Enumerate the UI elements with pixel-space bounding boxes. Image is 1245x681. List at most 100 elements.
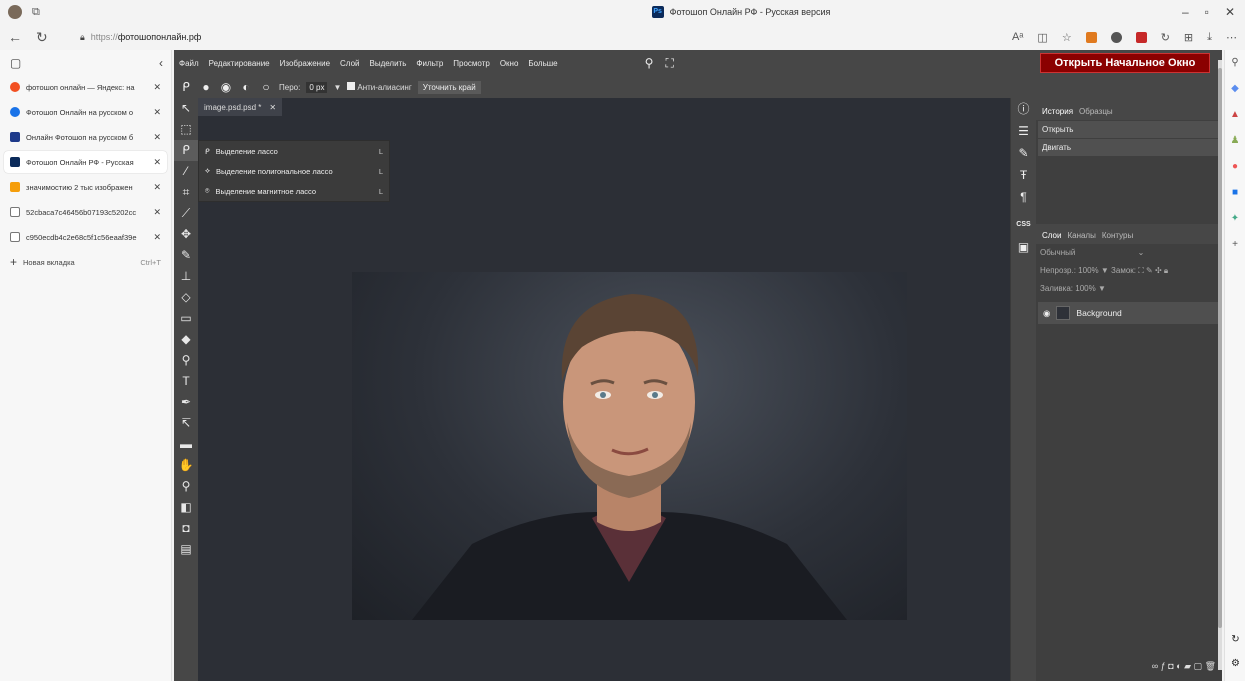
menu-window[interactable]: Окно (495, 59, 524, 68)
hand-tool-icon[interactable]: ✋ (174, 455, 198, 476)
fullscreen-icon[interactable]: ⛶ (665, 56, 673, 71)
browser-tab[interactable]: 52cbaca7c46456b07193c5202cc ✕ (4, 201, 167, 223)
menu-image[interactable]: Изображение (275, 59, 335, 68)
move-tool-icon[interactable]: ↖ (174, 98, 198, 119)
new-layer-icon[interactable]: ▢ (1194, 661, 1203, 671)
brush-settings-icon[interactable]: ✎ (1011, 142, 1036, 164)
refresh-icon[interactable]: ↻ (36, 29, 48, 46)
marquee-tool-icon[interactable]: ⬚ (174, 119, 198, 140)
search-icon[interactable]: ⚲ (645, 56, 654, 71)
menu-filter[interactable]: Фильтр (411, 59, 448, 68)
new-tab-button[interactable]: + Новая вкладка Ctrl+T (4, 251, 167, 273)
extension-fox-icon[interactable] (1085, 31, 1097, 43)
browser-tab[interactable]: фотошоп онлайн — Яндекс: на ✕ (4, 76, 167, 98)
magic-wand-tool-icon[interactable]: ⁄ (174, 161, 198, 182)
link-layers-icon[interactable]: ∞ (1152, 661, 1158, 671)
brush-tool-icon[interactable]: ✎ (174, 245, 198, 266)
tab-channels[interactable]: Каналы (1067, 231, 1095, 240)
close-tab-icon[interactable]: ✕ (153, 232, 161, 243)
shopping-icon[interactable]: ▲ (1225, 102, 1245, 128)
menu-more[interactable]: Больше (523, 59, 562, 68)
info-icon[interactable]: ⓘ (1011, 98, 1036, 120)
restore-icon[interactable]: ▫ (1205, 5, 1209, 19)
css-label[interactable]: CSS (1011, 214, 1036, 236)
extension-red-icon[interactable] (1135, 31, 1147, 43)
fill-dropdown-icon[interactable]: ▼ (1098, 284, 1106, 293)
feather-dropdown-icon[interactable]: ▼ (333, 83, 341, 92)
office-icon[interactable]: ● (1225, 154, 1245, 180)
scrollbar-thumb[interactable] (1218, 68, 1222, 628)
close-document-icon[interactable]: ✕ (269, 103, 276, 112)
search-icon[interactable]: ⚲ (1225, 50, 1245, 76)
paragraph-icon[interactable]: ¶ (1011, 186, 1036, 208)
lasso-icon[interactable]: ᑭ (179, 80, 193, 94)
eyedropper-tool-icon[interactable]: ⟋ (174, 203, 198, 224)
shape-tool-icon[interactable]: ▬ (174, 434, 198, 455)
intersect-selection-icon[interactable]: ○ (259, 80, 273, 94)
url-field[interactable]: 🔒︎ https://фотошопонлайн.рф (80, 32, 1000, 43)
lock-icons[interactable]: ⛶ ✎ ✣ 🔒︎ (1138, 266, 1168, 275)
blur-tool-icon[interactable]: ◆ (174, 329, 198, 350)
character-icon[interactable]: Ŧ (1011, 164, 1036, 186)
layer-row[interactable]: ◉ Background (1038, 302, 1220, 324)
lasso-tool-icon[interactable]: ᑭ (174, 140, 198, 161)
refine-edge-button[interactable]: Уточнить край (417, 80, 481, 94)
menu-layer[interactable]: Слой (335, 59, 364, 68)
close-tab-icon[interactable]: ✕ (153, 157, 161, 168)
tab-swatches[interactable]: Образцы (1079, 107, 1113, 116)
add-selection-icon[interactable]: ◉ (219, 80, 233, 94)
browser-tab[interactable]: Онлайн Фотошоп на русском б ✕ (4, 126, 167, 148)
image-panel-icon[interactable]: ▣ (1011, 236, 1036, 258)
settings-gear-icon[interactable]: ⚙ (1225, 651, 1245, 677)
quick-mask-icon[interactable]: ◘ (174, 518, 198, 539)
close-tab-icon[interactable]: ✕ (153, 207, 161, 218)
close-tab-icon[interactable]: ✕ (153, 107, 161, 118)
healing-tool-icon[interactable]: ✥ (174, 224, 198, 245)
dodge-tool-icon[interactable]: ⚲ (174, 350, 198, 371)
eraser-tool-icon[interactable]: ◇ (174, 287, 198, 308)
gradient-tool-icon[interactable]: ▭ (174, 308, 198, 329)
menu-file[interactable]: Файл (174, 59, 204, 68)
type-tool-icon[interactable]: T (174, 371, 198, 392)
close-tab-icon[interactable]: ✕ (153, 132, 161, 143)
refresh-alt-icon[interactable]: ↻ (1161, 31, 1170, 44)
visibility-eye-icon[interactable]: ◉ (1043, 308, 1050, 319)
outlook-icon[interactable]: ■ (1225, 180, 1245, 206)
tab-history[interactable]: История (1042, 107, 1073, 116)
refresh-sidebar-icon[interactable]: ↻ (1225, 627, 1245, 653)
canvas-image[interactable] (352, 272, 907, 620)
tag-icon[interactable]: ◆ (1225, 76, 1245, 102)
history-item[interactable]: Двигать (1038, 139, 1220, 156)
opacity-dropdown-icon[interactable]: ▼ (1101, 266, 1109, 275)
new-selection-icon[interactable]: ● (199, 80, 213, 94)
color-swatch-icon[interactable]: ◧ (174, 497, 198, 518)
document-tab[interactable]: image.psd.psd * ✕ (198, 98, 283, 116)
tab-actions-icon[interactable]: ▢ (10, 56, 21, 70)
fill-input[interactable]: 100% (1075, 284, 1095, 293)
layer-mask-icon[interactable]: ◘ (1168, 661, 1173, 671)
lasso-option[interactable]: ᑭ Выделение лассо L (199, 141, 389, 161)
blend-mode-select[interactable]: Обычный ⌄ (1036, 244, 1222, 262)
zoom-tool-icon[interactable]: ⚲ (174, 476, 198, 497)
opacity-input[interactable]: 100% (1078, 266, 1098, 275)
close-tab-icon[interactable]: ✕ (153, 82, 161, 93)
open-start-screen-button[interactable]: Открыть Начальное Окно (1040, 53, 1210, 73)
split-screen-icon[interactable]: ◫ (1037, 31, 1047, 44)
add-sidebar-app-icon[interactable]: + (1225, 232, 1245, 258)
subtract-selection-icon[interactable]: ◐ (239, 80, 253, 94)
browser-tab-active[interactable]: Фотошоп Онлайн РФ - Русская ✕ (4, 151, 167, 173)
adjustment-icon[interactable]: ◐ (1176, 661, 1181, 671)
feather-input[interactable]: 0 px (306, 81, 328, 93)
menu-edit[interactable]: Редактирование (204, 59, 275, 68)
back-icon[interactable]: ← (8, 29, 22, 46)
tab-paths[interactable]: Контуры (1102, 231, 1133, 240)
favorite-star-icon[interactable]: ☆ (1062, 31, 1072, 44)
close-tab-icon[interactable]: ✕ (153, 182, 161, 193)
crop-tool-icon[interactable]: ⌗ (174, 182, 198, 203)
browser-tab[interactable]: Фотошоп Онлайн на русском о ✕ (4, 101, 167, 123)
stamp-tool-icon[interactable]: ⊥ (174, 266, 198, 287)
properties-icon[interactable]: ☰ (1011, 120, 1036, 142)
magnetic-lasso-option[interactable]: ⌾ Выделение магнитное лассо L (199, 181, 389, 201)
workspaces-icon[interactable]: ⧉ (32, 6, 40, 19)
designer-icon[interactable]: ✦ (1225, 206, 1245, 232)
